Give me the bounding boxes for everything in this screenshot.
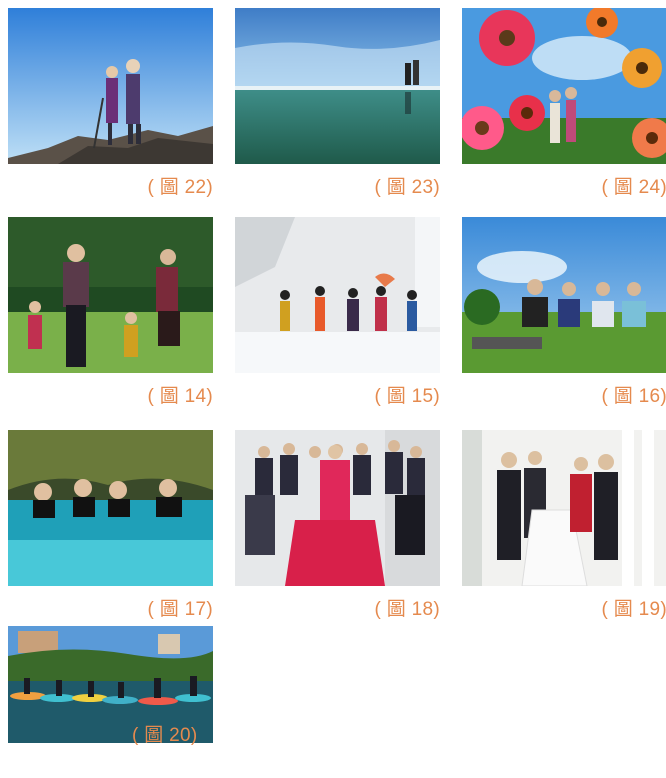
caption-14: ( 圖 14) [147, 386, 213, 407]
cave-swimming-photo [8, 430, 213, 586]
reflection-lake-photo [235, 8, 440, 164]
caption-24: ( 圖 24) [601, 177, 666, 198]
caption-17: ( 圖 17) [147, 599, 213, 620]
wedding-group-photo [235, 430, 440, 586]
caption-19: ( 圖 19) [601, 599, 666, 620]
caption-22: ( 圖 22) [147, 177, 213, 198]
caption-20: ( 圖 20) [132, 725, 198, 746]
caption-15: ( 圖 15) [374, 386, 440, 407]
flower-field-photo [462, 8, 666, 164]
mountain-hikers-photo [8, 8, 213, 164]
caption-23: ( 圖 23) [374, 177, 440, 198]
ski-slope-photo [235, 217, 440, 373]
caption-18: ( 圖 18) [374, 599, 440, 620]
caption-16: ( 圖 16) [601, 386, 666, 407]
family-park-photo [8, 217, 213, 373]
wedding-hall-photo [462, 430, 666, 586]
group-sitting-grass-photo [462, 217, 666, 373]
